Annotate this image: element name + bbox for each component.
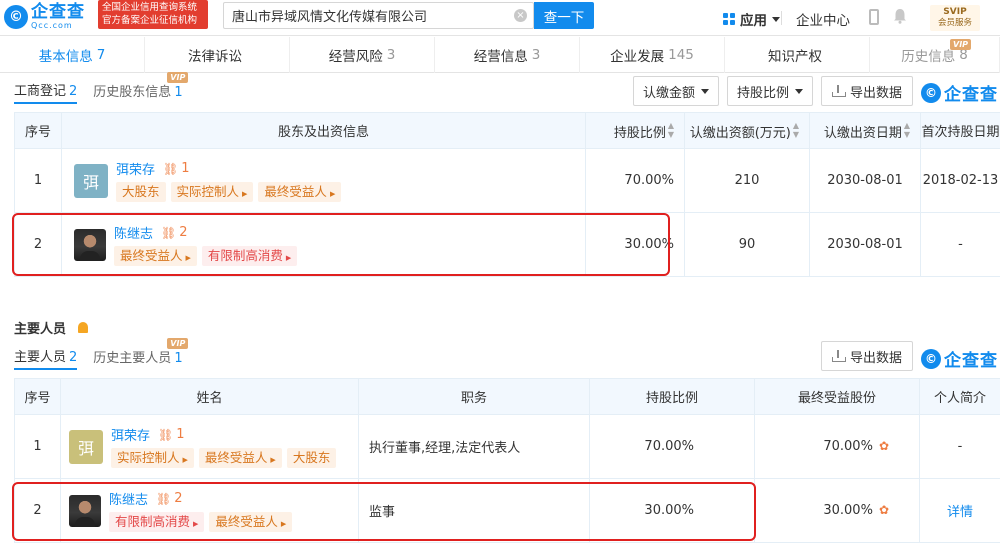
logo-mark-icon: ©	[921, 82, 941, 103]
penetration-chart-icon[interactable]: ✿	[879, 503, 889, 517]
download-icon	[831, 85, 846, 97]
tag-actual-controller[interactable]: 实际控制人 ▶	[111, 447, 194, 468]
penetration-chart-icon[interactable]: ✿	[879, 439, 889, 453]
relation-graph-icon[interactable]: ⛓	[158, 428, 173, 442]
col-name: 姓名	[60, 378, 359, 415]
main-tabs: 基本信息 7 法律诉讼 经营风险 3 经营信息 3 企业发展 145 知识产权 历史信息…	[0, 37, 1000, 73]
avatar: 弭	[69, 429, 103, 464]
tag-major-shareholder[interactable]: 大股东	[116, 181, 166, 202]
search-button[interactable]: 查一下	[534, 2, 594, 29]
col-benefit-share: 最终受益股份	[754, 378, 920, 415]
logo-text: 企查查	[31, 2, 85, 22]
subtab-history-shareholders[interactable]: 历史股东信息 1 VIP	[93, 72, 189, 103]
enterprise-center-link[interactable]: 企业中心	[796, 9, 850, 29]
export-data-button[interactable]: 导出数据	[821, 76, 913, 106]
col-ratio: 持股比例	[589, 378, 755, 415]
certification-badge: 全国企业信用查询系统 官方备案企业征信机构	[98, 0, 208, 29]
tab-ip[interactable]: 知识产权	[725, 37, 870, 73]
logo-domain: Qcc.com	[31, 21, 73, 30]
highlight-box	[12, 213, 670, 276]
table-header-row: 序号 姓名 职务 持股比例 最终受益股份 个人简介	[14, 378, 1000, 415]
logo-mark-icon: ©	[921, 348, 941, 369]
tab-basic-info[interactable]: 基本信息 7	[0, 37, 145, 73]
col-position: 职务	[358, 378, 590, 415]
amount-filter-dropdown[interactable]: 认缴金额	[633, 76, 719, 106]
qcc-brand-logo: © 企查查	[921, 80, 998, 105]
logo-mark-icon: ©	[4, 5, 28, 29]
subtab-history-personnel[interactable]: 历史主要人员 1 VIP	[93, 338, 189, 369]
clear-search-icon[interactable]: ×	[514, 9, 527, 22]
tab-development[interactable]: 企业发展 145	[580, 37, 725, 73]
chevron-down-icon	[772, 16, 780, 22]
triangle-right-icon: ▶	[182, 455, 188, 464]
col-profile: 个人简介	[919, 378, 1000, 415]
vip-badge: VIP	[950, 39, 972, 50]
sort-icon: ▲ ▼	[792, 120, 799, 139]
svip-membership-button[interactable]: SVIP 会员服务	[930, 5, 980, 31]
qcc-logo[interactable]: © 企查查 Qcc.com	[4, 4, 85, 30]
tab-history[interactable]: 历史信息 8 VIP	[870, 37, 1000, 73]
profile-detail-link[interactable]: 详情	[947, 505, 973, 520]
apps-grid-icon	[723, 13, 735, 25]
tab-operation-info[interactable]: 经营信息 3	[435, 37, 580, 73]
tag-ultimate-beneficiary[interactable]: 最终受益人 ▶	[198, 447, 282, 468]
col-index: 序号	[14, 378, 61, 415]
search-box: ×	[223, 2, 534, 29]
tag-ultimate-beneficiary[interactable]: 最终受益人 ▶	[258, 181, 342, 202]
highlight-box	[12, 482, 756, 541]
divider	[781, 11, 782, 25]
bell-icon[interactable]	[78, 322, 89, 333]
col-ratio[interactable]: 持股比例▲ ▼	[585, 112, 685, 149]
mobile-icon[interactable]	[869, 9, 879, 25]
qcc-brand-logo: © 企查查	[921, 346, 998, 371]
subtab-registration[interactable]: 工商登记 2	[14, 80, 78, 104]
personnel-subtabs: 主要人员 2 历史主要人员 1 VIP	[14, 338, 199, 370]
tab-business-risk[interactable]: 经营风险 3	[290, 37, 435, 73]
col-date[interactable]: 认缴出资日期▲ ▼	[809, 112, 921, 149]
key-personnel-title: 主要人员	[14, 318, 89, 337]
sort-icon: ▲ ▼	[667, 120, 674, 139]
bell-icon[interactable]	[893, 8, 907, 24]
tag-major-shareholder[interactable]: 大股东	[286, 447, 337, 468]
triangle-right-icon: ▶	[242, 189, 248, 198]
vip-badge: VIP	[167, 338, 189, 349]
person-name-link[interactable]: 弭荣存	[116, 159, 155, 178]
table-header-row: 序号 股东及出资信息 持股比例▲ ▼ 认缴出资额(万元)▲ ▼ 认缴出资日期▲ ▼ 首…	[14, 112, 1000, 149]
relation-graph-icon[interactable]: ⛓	[163, 162, 178, 176]
avatar: 弭	[74, 163, 108, 198]
person-name-link[interactable]: 弭荣存	[111, 425, 150, 444]
chevron-down-icon	[795, 88, 803, 94]
col-shareholder: 股东及出资信息	[61, 112, 586, 149]
ratio-filter-dropdown[interactable]: 持股比例	[727, 76, 813, 106]
triangle-right-icon: ▶	[329, 189, 336, 198]
export-data-button[interactable]: 导出数据	[821, 341, 913, 371]
tab-legal[interactable]: 法律诉讼	[145, 37, 290, 73]
vip-badge: VIP	[167, 72, 189, 83]
tag-actual-controller[interactable]: 实际控制人 ▶	[170, 181, 254, 202]
col-index: 序号	[14, 112, 62, 149]
chevron-down-icon	[701, 88, 709, 94]
table-row: 1 弭 弭荣存 ⛓ 1 实际控制人 ▶ 最终受益人 ▶ 大股东 执行董事,经理,法定代表…	[14, 414, 1000, 479]
table-row: 1 弭 弭荣存 ⛓ 1 大股东 实际控制人 ▶ 最终受益人 ▶ 70.00% 210	[14, 148, 1000, 213]
shareholder-subtabs: 工商登记 2 历史股东信息 1 VIP	[14, 72, 199, 104]
search-input[interactable]	[224, 3, 514, 28]
col-first-date: 首次持股日期	[920, 112, 1000, 149]
apps-menu[interactable]: 应用	[723, 9, 780, 29]
col-amount[interactable]: 认缴出资额(万元)▲ ▼	[684, 112, 810, 149]
top-bar: © 企查查 Qcc.com 全国企业信用查询系统 官方备案企业征信机构 × 查一…	[0, 0, 1000, 36]
subtab-key-personnel[interactable]: 主要人员 2	[14, 346, 78, 370]
sort-icon: ▲ ▼	[903, 120, 910, 139]
download-icon	[831, 350, 846, 362]
triangle-right-icon: ▶	[270, 455, 276, 464]
